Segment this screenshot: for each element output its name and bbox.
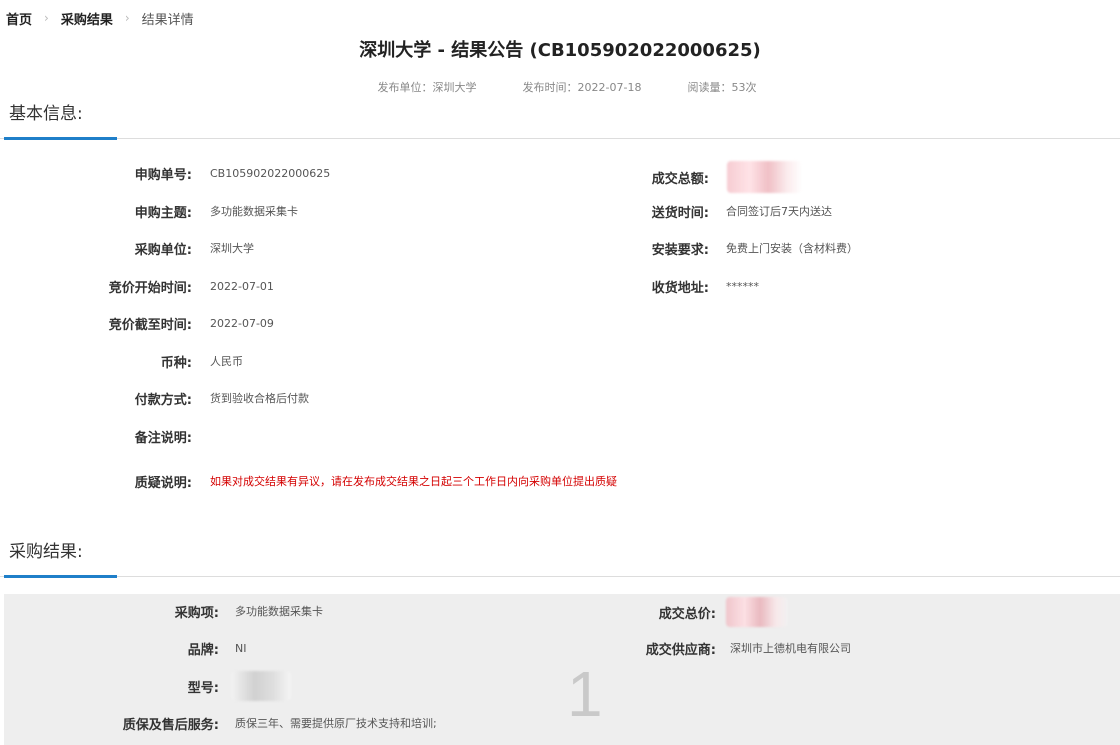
field-label: 型号: [187, 680, 219, 696]
objection-notice: 如果对成交结果有异议，请在发布成交结果之日起三个工作日内向采购单位提出质疑 [210, 475, 617, 488]
redacted-model [231, 671, 291, 701]
field-label: 送货时间: [651, 205, 709, 221]
field-label: 质疑说明: [134, 475, 192, 491]
chevron-right-icon: › [124, 11, 130, 25]
publisher-text: 发布单位：深圳大学 [377, 81, 477, 94]
redacted-price [726, 597, 788, 627]
field-label: 成交总价: [658, 606, 716, 622]
publish-time-text: 发布时间：2022-07-18 [522, 81, 642, 94]
field-warranty: 质保及售后服务: 质保三年、需要提供原厂技术支持和培训; [0, 713, 437, 733]
field-total-price: 成交总价: [0, 596, 788, 628]
chevron-right-icon: › [44, 11, 49, 25]
result-index: 1 [567, 658, 603, 730]
field-address: 收货地址: ****** [0, 276, 759, 296]
field-label: 安装要求: [651, 242, 709, 258]
field-value: 深圳市上德机电有限公司 [730, 642, 851, 655]
publish-meta: 发布单位：深圳大学 发布时间：2022-07-18 阅读量：53次 [0, 79, 1120, 95]
breadcrumb-results-link[interactable]: 采购结果 [61, 9, 113, 28]
purchase-result-header: 采购结果: [0, 537, 1120, 578]
section-title: 采购结果: [9, 542, 83, 562]
field-payment: 付款方式: 货到验收合格后付款 [0, 388, 309, 408]
field-label: 备注说明: [134, 430, 192, 446]
field-delivery-time: 送货时间: 合同签订后7天内送达 [0, 201, 832, 221]
field-install: 安装要求: 免费上门安装（含材料费） [0, 238, 858, 258]
field-value: 质保三年、需要提供原厂技术支持和培训; [235, 717, 437, 730]
field-currency: 币种: 人民币 [0, 351, 243, 371]
field-value: 合同签订后7天内送达 [726, 205, 832, 218]
section-underline [4, 137, 117, 140]
section-title: 基本信息: [9, 104, 83, 124]
field-supplier: 成交供应商: 深圳市上德机电有限公司 [0, 638, 851, 658]
field-model: 型号: [0, 670, 291, 702]
read-count-text: 阅读量：53次 [687, 81, 757, 94]
field-label: 收货地址: [651, 280, 709, 296]
field-label: 质保及售后服务: [122, 717, 219, 733]
redacted-amount [727, 161, 802, 193]
field-label: 成交供应商: [645, 642, 716, 658]
breadcrumb: 首页 › 采购结果 › 结果详情 [6, 9, 194, 28]
field-label: 成交总额: [651, 171, 709, 187]
field-value: 人民币 [210, 355, 243, 368]
field-bid-end: 竞价截至时间: 2022-07-09 [0, 313, 274, 333]
field-value: ****** [726, 279, 759, 293]
breadcrumb-home-link[interactable]: 首页 [6, 9, 32, 28]
section-underline [4, 575, 117, 578]
field-label: 竞价截至时间: [108, 317, 192, 333]
basic-info-header: 基本信息: [0, 99, 1120, 140]
field-label: 币种: [160, 355, 192, 371]
field-remarks: 备注说明: [0, 426, 210, 446]
breadcrumb-current: 结果详情 [141, 12, 194, 28]
field-total-amount: 成交总额: [0, 160, 802, 194]
field-value: 货到验收合格后付款 [210, 392, 309, 405]
field-objection: 质疑说明: 如果对成交结果有异议，请在发布成交结果之日起三个工作日内向采购单位提… [0, 471, 617, 491]
field-label: 付款方式: [134, 392, 192, 408]
field-value: 2022-07-09 [210, 316, 274, 330]
page-title: 深圳大学 - 结果公告 (CB105902022000625) [359, 40, 761, 61]
field-value: 免费上门安装（含材料费） [726, 242, 858, 255]
